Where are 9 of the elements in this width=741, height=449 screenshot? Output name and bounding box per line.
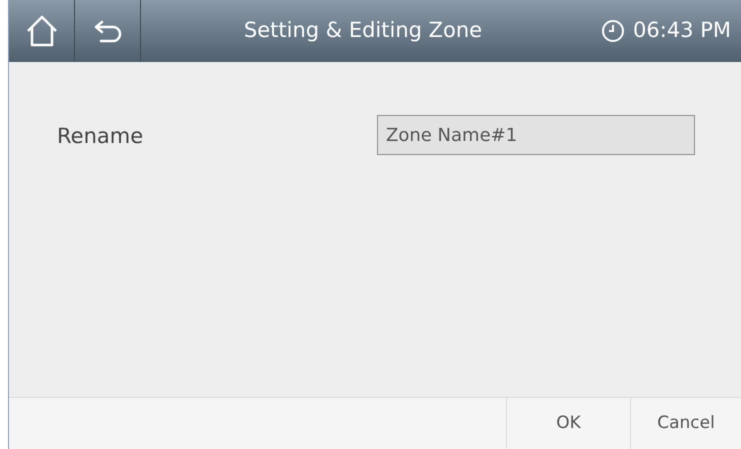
clock-time: 06:43 PM [633, 17, 731, 44]
rename-label: Rename [57, 123, 144, 150]
rename-field[interactable]: Zone Name#1 [377, 115, 695, 155]
window-title: Setting & Editing Zone [244, 17, 482, 44]
back-icon [92, 19, 122, 43]
home-icon [24, 14, 58, 48]
clock-icon [601, 19, 626, 43]
cancel-button[interactable]: Cancel [630, 398, 741, 449]
ok-button[interactable]: OK [506, 398, 630, 449]
